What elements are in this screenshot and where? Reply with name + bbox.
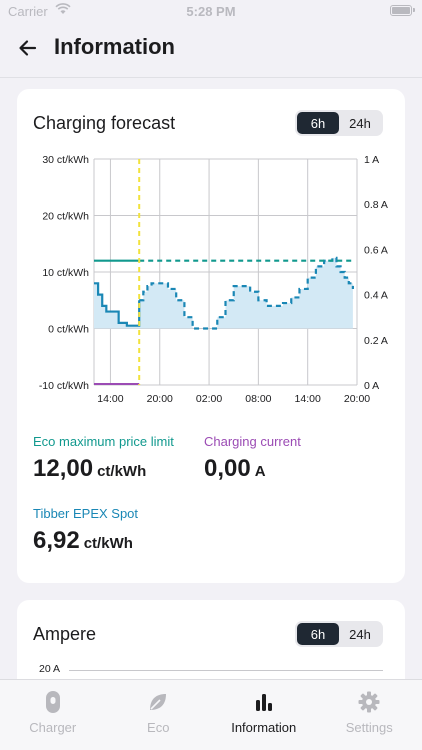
spot-price-value: 6,92 ct/kWh	[33, 527, 133, 555]
eco-limit-number: 12,00	[33, 455, 94, 482]
tab-settings[interactable]: Settings	[317, 680, 422, 750]
back-button[interactable]	[12, 34, 44, 66]
ampere-range-24h-button[interactable]: 24h	[339, 623, 381, 645]
nav-header: Information	[0, 22, 422, 78]
gear-icon	[357, 690, 381, 714]
charging-current-unit: A	[254, 463, 266, 480]
eco-limit-unit: ct/kWh	[97, 463, 147, 480]
charger-icon	[41, 690, 65, 714]
spot-price-number: 6,92	[33, 527, 80, 554]
tab-information-label: Information	[231, 720, 297, 735]
forecast-chart: 30 ct/kWh 20 ct/kWh 10 ct/kWh 0 ct/kWh -10 c…	[39, 154, 388, 405]
chart-x-tick-label: 20:00	[344, 393, 370, 405]
tab-eco-label: Eco	[147, 720, 170, 735]
ampere-range-segmented-control: 6h 24h	[295, 621, 383, 647]
tab-information[interactable]: Information	[211, 680, 317, 750]
charging-current-value: 0,00 A	[204, 455, 266, 483]
bar-chart-icon	[252, 690, 276, 714]
charging-current-label: Charging current	[204, 434, 301, 449]
chart-y-tick-label: -10 ct/kWh	[39, 380, 89, 392]
chart-y2-tick-label: 0.8 A	[364, 199, 388, 211]
arrow-left-icon	[18, 38, 38, 63]
tab-settings-label: Settings	[345, 720, 393, 735]
chart-y2-tick-label: 1 A	[364, 154, 379, 166]
chart-x-tick-label: 08:00	[245, 393, 271, 405]
chart-x-tick-label: 02:00	[196, 393, 222, 405]
chart-x-tick-label: 14:00	[295, 393, 321, 405]
chart-y-tick-label: 10 ct/kWh	[42, 267, 89, 279]
status-bar: Carrier 5:28 PM	[0, 0, 422, 22]
ampere-range-6h-button[interactable]: 6h	[297, 623, 339, 645]
battery-icon	[390, 5, 415, 16]
card-title-ampere: Ampere	[33, 624, 97, 644]
chart-x-tick-label: 14:00	[97, 393, 123, 405]
charging-forecast-card: Charging forecast 6h 24h 30 ct/kWh 20 ct/…	[17, 89, 405, 583]
ampere-gridline	[69, 670, 383, 671]
ampere-y-tick-label: 20 A	[39, 663, 61, 675]
chart-y-tick-label: 0 ct/kWh	[48, 324, 89, 336]
leaf-icon	[146, 690, 170, 714]
page-title: Information	[54, 34, 175, 59]
chart-x-tick-label: 20:00	[147, 393, 173, 405]
status-time: 5:28 PM	[186, 4, 236, 19]
tab-eco[interactable]: Eco	[106, 680, 212, 750]
eco-limit-label: Eco maximum price limit	[33, 434, 174, 449]
charging-current-number: 0,00	[204, 455, 251, 482]
eco-limit-value: 12,00 ct/kWh	[33, 455, 146, 483]
chart-y2-tick-label: 0.4 A	[364, 290, 388, 302]
chart-y-tick-label: 30 ct/kWh	[42, 154, 89, 166]
chart-y-tick-label: 20 ct/kWh	[42, 211, 89, 223]
spot-price-unit: ct/kWh	[83, 535, 133, 552]
tab-charger[interactable]: Charger	[0, 680, 106, 750]
chart-y2-tick-label: 0 A	[364, 380, 379, 392]
chart-y2-tick-label: 0.2 A	[364, 335, 388, 347]
chart-y2-tick-label: 0.6 A	[364, 244, 388, 256]
tab-bar: Charger Eco Information Settings	[0, 679, 422, 750]
tab-charger-label: Charger	[29, 720, 77, 735]
spot-price-label: Tibber EPEX Spot	[33, 506, 139, 521]
